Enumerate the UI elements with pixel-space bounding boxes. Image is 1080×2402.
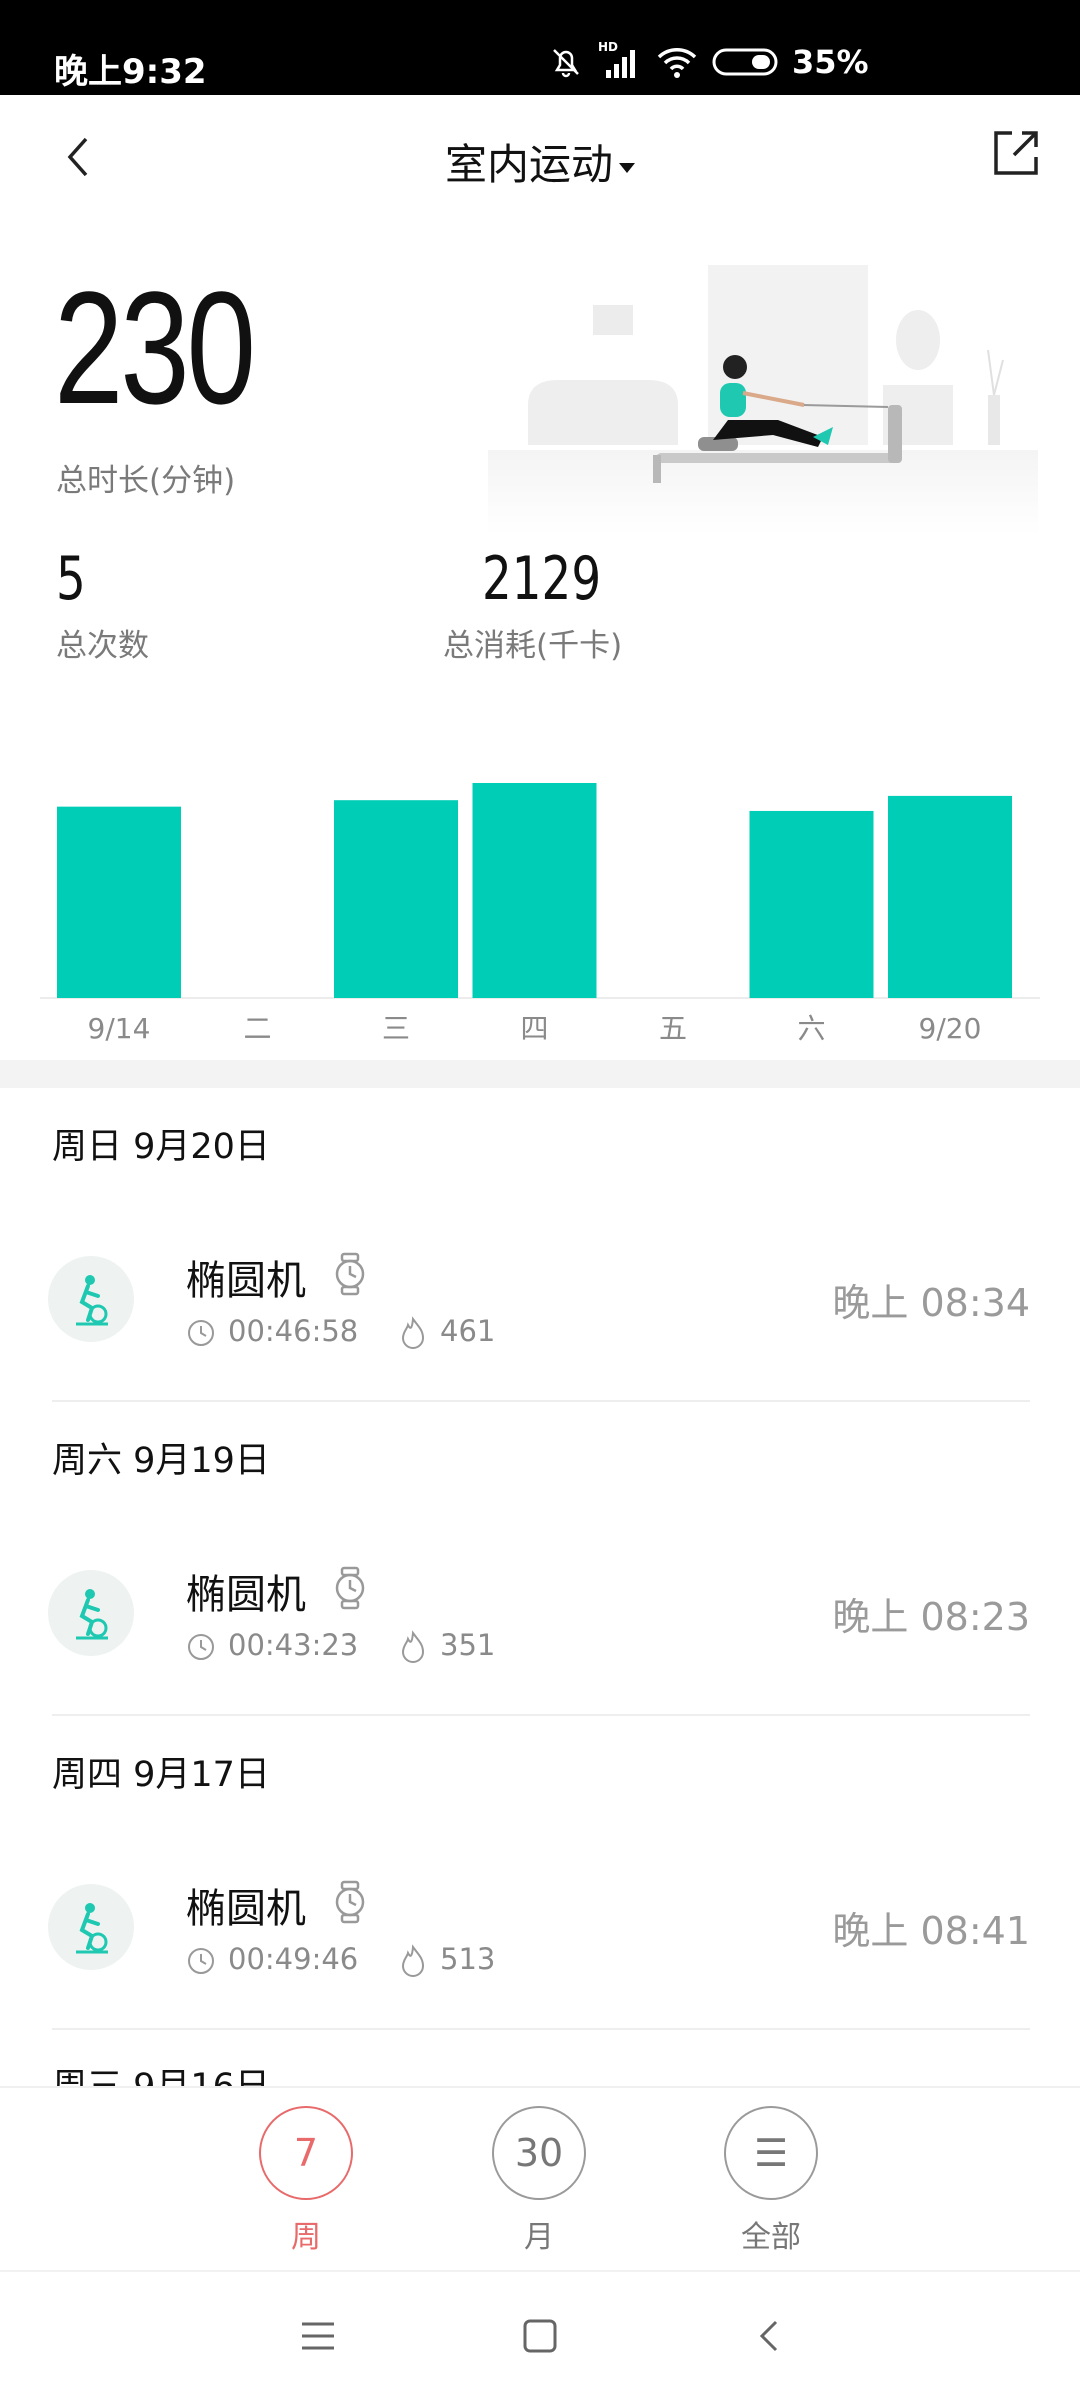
row-divider <box>52 1714 1030 1716</box>
elliptical-trainer-icon <box>48 1570 134 1656</box>
battery-percent: 35% <box>792 43 869 81</box>
chart-bar[interactable] <box>57 806 181 998</box>
flame-icon <box>401 1316 425 1349</box>
flame-icon <box>401 1630 425 1663</box>
section-date-header: 周四 9月17日 <box>52 1755 270 1795</box>
chart-x-tick-label: 六 <box>797 1012 825 1045</box>
tab-week[interactable]: 7 周 <box>246 2106 366 2256</box>
flame-icon <box>401 1944 425 1977</box>
row-divider <box>52 1400 1030 1402</box>
wifi-icon <box>657 48 697 78</box>
signal-icon: HD <box>598 40 642 80</box>
menu-icon[interactable] <box>298 2316 338 2356</box>
section-header-partial: 周三 9月16日 <box>52 2058 270 2086</box>
tab-week-label: 周 <box>291 2220 321 2255</box>
tab-month[interactable]: 30 月 <box>479 2106 599 2256</box>
chart-x-tick-label: 四 <box>520 1012 548 1045</box>
tab-all-label: 全部 <box>741 2220 801 2255</box>
chart-x-tick-label: 9/14 <box>88 1012 151 1045</box>
section-separator <box>0 1060 1080 1088</box>
sessions-label: 总次数 <box>56 628 149 664</box>
total-minutes-value: 230 <box>54 258 256 437</box>
calories-label: 总消耗(千卡) <box>443 628 623 664</box>
watch-icon <box>335 1252 365 1296</box>
tab-all[interactable]: ☰ 全部 <box>711 2106 831 2256</box>
activity-time: 晚上 08:41 <box>832 1909 1030 1953</box>
page-title: 室内运动 <box>444 140 613 189</box>
app-header: 室内运动 <box>0 95 1080 220</box>
chart-x-tick-label: 9/20 <box>919 1012 982 1045</box>
activity-row[interactable]: 椭圆机 00:49:46 513 晚上 08:41 <box>0 1846 1080 2016</box>
back-nav-icon[interactable] <box>750 2316 790 2356</box>
activity-calories: 351 <box>440 1628 496 1662</box>
tab-all-circle: ☰ <box>724 2106 818 2200</box>
chart-bar[interactable] <box>888 795 1012 998</box>
section-date-header: 周日 9月20日 <box>52 1127 270 1167</box>
tab-month-label: 月 <box>524 2220 554 2255</box>
activity-name: 椭圆机 <box>186 1258 306 1304</box>
activity-name: 椭圆机 <box>186 1886 306 1932</box>
row-divider <box>52 2028 1030 2030</box>
activity-duration: 00:43:23 <box>228 1628 359 1662</box>
clock-icon <box>188 1634 214 1660</box>
chart-x-tick-label: 五 <box>659 1012 687 1045</box>
status-bar: 晚上9:32 HD 35% <box>0 0 1080 95</box>
calories-value: 2129 <box>482 544 602 614</box>
chart-bar[interactable] <box>472 783 597 998</box>
elliptical-trainer-icon <box>48 1884 134 1970</box>
rowing-illustration <box>488 265 1038 535</box>
chart-x-tick-label: 三 <box>382 1012 410 1045</box>
sessions-value: 5 <box>56 544 86 614</box>
activity-row[interactable]: 椭圆机 00:46:58 461 晚上 08:34 <box>0 1218 1080 1388</box>
home-icon[interactable] <box>520 2316 560 2356</box>
elliptical-trainer-icon <box>48 1256 134 1342</box>
activity-duration: 00:49:46 <box>228 1942 359 1976</box>
dropdown-caret-icon <box>619 162 635 173</box>
battery-icon <box>712 48 778 76</box>
clock-icon <box>188 1948 214 1974</box>
chart-bar[interactable] <box>334 800 458 998</box>
status-icons: HD 35% <box>548 40 869 84</box>
category-dropdown[interactable]: 室内运动 <box>0 131 1080 192</box>
activity-name: 椭圆机 <box>186 1572 306 1618</box>
activity-row[interactable]: 椭圆机 00:43:23 351 晚上 08:23 <box>0 1532 1080 1702</box>
total-minutes-label: 总时长(分钟) <box>56 463 236 499</box>
activity-time: 晚上 08:23 <box>832 1595 1030 1639</box>
mute-bell-icon <box>553 49 579 78</box>
activity-calories: 461 <box>440 1314 496 1348</box>
section-date-header: 周六 9月19日 <box>52 1441 270 1481</box>
tab-month-circle: 30 <box>492 2106 586 2200</box>
activity-duration: 00:46:58 <box>228 1314 359 1348</box>
activity-calories: 513 <box>440 1942 496 1976</box>
weekly-bar-chart: 9/14 二 三 四 五 六 9/20 <box>40 783 1040 1045</box>
tab-week-circle: 7 <box>259 2106 353 2200</box>
clock-icon <box>188 1320 214 1346</box>
watch-icon <box>335 1566 365 1610</box>
share-icon[interactable] <box>988 125 1044 181</box>
chart-x-tick-label: 二 <box>243 1012 271 1045</box>
chart-bar[interactable] <box>749 810 874 998</box>
activity-time: 晚上 08:34 <box>832 1281 1030 1325</box>
period-tab-bar: 7 周 30 月 ☰ 全部 <box>0 2086 1080 2272</box>
status-time: 晚上9:32 <box>54 52 207 92</box>
system-nav-bar <box>0 2270 1080 2402</box>
watch-icon <box>335 1880 365 1924</box>
